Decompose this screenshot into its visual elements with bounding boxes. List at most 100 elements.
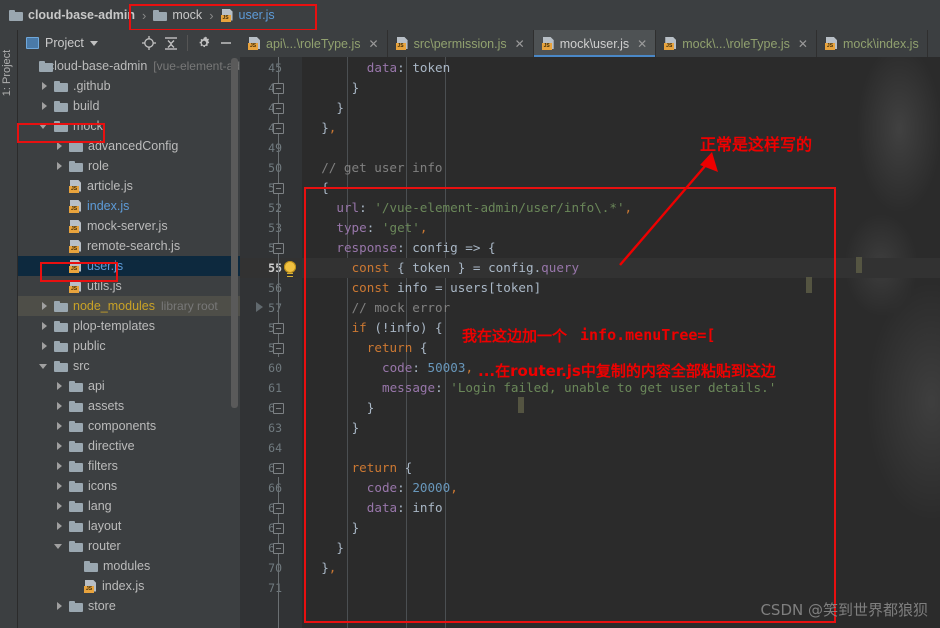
close-icon[interactable]: ✕ [798,37,808,51]
tree-item-cloud-base-admin[interactable]: cloud-base-admin [vue-element-ad [18,56,240,76]
code-line[interactable]: message: 'Login failed, unable to get us… [382,380,776,395]
tree-item-store[interactable]: store [18,596,240,616]
tree-item-public[interactable]: public [18,336,240,356]
tree-item-mock-server-js[interactable]: JS mock-server.js [18,216,240,236]
fold-marker[interactable] [273,463,284,474]
code-line[interactable]: code: 50003, [382,360,473,375]
tree-item-article-js[interactable]: JS article.js [18,176,240,196]
close-icon[interactable]: ✕ [637,37,647,51]
code-line[interactable]: { [321,180,329,195]
chevron-down-icon[interactable] [89,40,98,46]
close-icon[interactable]: ✕ [515,37,525,51]
tree-item-modules[interactable]: modules [18,556,240,576]
chevron-right-icon[interactable] [39,321,50,332]
breadcrumb-item-mock[interactable]: mock [150,8,205,22]
fold-marker[interactable] [273,343,284,354]
fold-marker[interactable] [273,83,284,94]
tree-item-mock[interactable]: mock [18,116,240,136]
editor-tab[interactable]: JS api\...\roleType.js ✕ [240,30,388,57]
chevron-right-icon[interactable] [54,381,65,392]
chevron-right-icon[interactable] [54,161,65,172]
project-tree[interactable]: cloud-base-admin [vue-element-ad .github bu… [18,56,240,628]
editor-tab[interactable]: JS mock\user.js ✕ [533,30,657,57]
code-line[interactable]: }, [321,120,336,135]
tree-item-index-js[interactable]: JS index.js [18,576,240,596]
code-line[interactable]: response: config => { [336,240,495,255]
tree-item-role[interactable]: role [18,156,240,176]
tree-item-lang[interactable]: lang [18,496,240,516]
tree-item-plop-templates[interactable]: plop-templates [18,316,240,336]
code-line[interactable]: data: token [367,60,450,75]
tree-scrollbar[interactable] [231,58,238,408]
chevron-right-icon[interactable] [54,481,65,492]
code-line[interactable]: code: 20000, [367,480,458,495]
code-line[interactable]: if (!info) { [352,320,443,335]
tree-item-node-modules[interactable]: node_modules library root [18,296,240,316]
code-line[interactable]: } [352,80,360,95]
tree-item-remote-search-js[interactable]: JS remote-search.js [18,236,240,256]
code-line[interactable]: } [367,400,375,415]
fold-marker[interactable] [273,523,284,534]
chevron-right-icon[interactable] [39,101,50,112]
close-icon[interactable]: ✕ [369,37,379,51]
chevron-right-icon[interactable] [54,601,65,612]
tree-item-user-js[interactable]: JS user.js [18,256,240,276]
chevron-right-icon[interactable] [54,441,65,452]
breadcrumb-item-file[interactable]: JS user.js [218,8,278,22]
code-line[interactable]: const { token } = config.query [352,260,580,275]
fold-marker[interactable] [273,103,284,114]
code-line[interactable]: return { [367,340,428,355]
chevron-right-icon[interactable] [54,521,65,532]
chevron-right-icon[interactable] [54,461,65,472]
fold-marker[interactable] [273,243,284,254]
collapse-all-icon[interactable] [163,35,179,51]
fold-marker[interactable] [273,503,284,514]
run-gutter-icon[interactable] [256,302,263,312]
code-line[interactable]: return { [352,460,413,475]
chevron-down-icon[interactable] [54,541,65,552]
chevron-right-icon[interactable] [54,401,65,412]
locate-icon[interactable] [141,35,157,51]
code-line[interactable]: const info = users[token] [352,280,542,295]
code-line[interactable]: }, [321,560,336,575]
fold-marker[interactable] [273,543,284,554]
tree-item-assets[interactable]: assets [18,396,240,416]
fold-marker[interactable] [273,323,284,334]
tree-item-layout[interactable]: layout [18,516,240,536]
code-line[interactable]: } [336,100,344,115]
chevron-right-icon[interactable] [39,81,50,92]
code-line[interactable]: data: info [367,500,443,515]
chevron-right-icon[interactable] [54,501,65,512]
editor-tab[interactable]: JS mock\index.js [817,30,928,57]
code-line[interactable]: } [336,540,344,555]
code-line[interactable]: } [352,520,360,535]
tree-item-build[interactable]: build [18,96,240,116]
tree-item-index-js[interactable]: JS index.js [18,196,240,216]
code-line[interactable]: } [352,420,360,435]
minimize-icon[interactable] [218,35,234,51]
intention-bulb-icon[interactable] [284,261,296,277]
code-line[interactable]: url: '/vue-element-admin/user/info\.*', [336,200,632,215]
chevron-right-icon[interactable] [54,421,65,432]
tree-item-icons[interactable]: icons [18,476,240,496]
tree-item-src[interactable]: src [18,356,240,376]
code-line[interactable]: // get user info [321,160,442,175]
tree-item-router[interactable]: router [18,536,240,556]
tree-item--github[interactable]: .github [18,76,240,96]
editor-tab[interactable]: JS src\permission.js ✕ [388,30,534,57]
fold-marker[interactable] [273,403,284,414]
chevron-down-icon[interactable] [39,361,50,372]
tree-item-directive[interactable]: directive [18,436,240,456]
code-line[interactable]: type: 'get', [336,220,427,235]
project-tool-button[interactable]: 1: Project [1,45,19,101]
editor-tab[interactable]: JS mock\...\roleType.js ✕ [656,30,817,57]
chevron-down-icon[interactable] [39,121,50,132]
fold-marker[interactable] [273,123,284,134]
tree-item-utils-js[interactable]: JS utils.js [18,276,240,296]
chevron-right-icon[interactable] [39,301,50,312]
chevron-right-icon[interactable] [54,141,65,152]
chevron-right-icon[interactable] [39,341,50,352]
tree-item-components[interactable]: components [18,416,240,436]
editor-tabs[interactable]: JS api\...\roleType.js ✕ JS src\permission.j… [240,30,940,57]
breadcrumb-item-project[interactable]: cloud-base-admin [6,8,138,22]
